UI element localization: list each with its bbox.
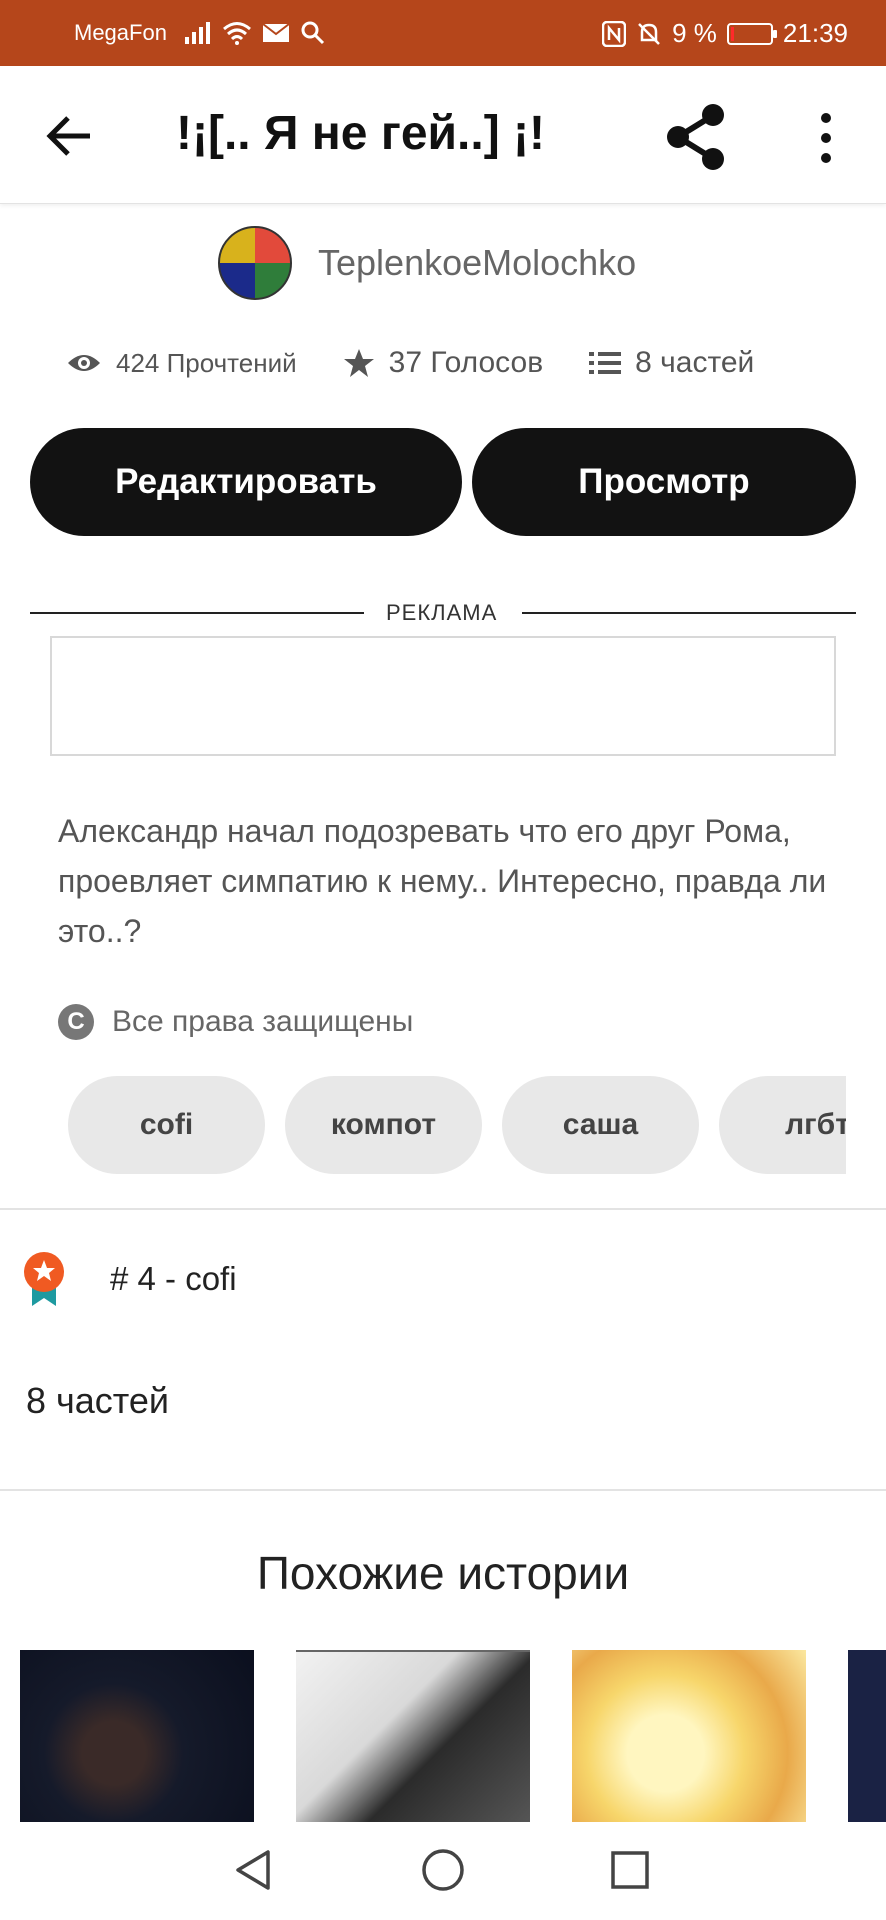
section-divider [0,1489,886,1491]
home-circle-icon[interactable] [419,1846,467,1894]
copyright-icon: C [58,1004,94,1040]
reads-count: 424 Прочтений [116,347,297,378]
share-icon[interactable] [660,102,732,172]
tag-chip[interactable]: саша [502,1076,699,1174]
ad-divider-left [30,612,364,614]
avatar[interactable] [218,226,292,300]
back-triangle-icon[interactable] [230,1846,278,1894]
system-nav-bar [0,1822,886,1920]
votes-count: 37 Голосов [388,346,544,379]
copyright-row: C Все права защищены [58,1004,413,1040]
story-cover[interactable] [296,1650,530,1822]
ranking-badge-icon [24,1252,64,1306]
similar-stories-title: Похожие истории [256,1547,630,1599]
ranking-text: # 4 - cofi [110,1260,237,1297]
action-buttons: Редактировать Просмотр [30,428,856,536]
ad-label: РЕКЛАМА [386,600,498,625]
copyright-text: Все права защищены [112,1005,414,1038]
battery-percent: 9 % [672,18,717,48]
author-row[interactable]: TeplenkoeMolochko [218,226,636,300]
status-right: 9 % 21:39 [602,18,848,49]
status-bar: MegaFon 9 % 21:39 [0,0,886,66]
signal-icon [185,22,210,44]
parts-link[interactable]: 8 частей [26,1380,169,1422]
search-icon [301,21,325,45]
bell-muted-icon [638,22,660,45]
carrier-name: MegaFon [74,20,167,45]
app-bar: !¡[.. Я не гей..] ¡! [0,66,886,204]
story-cover[interactable] [20,1650,254,1822]
ad-divider-right [522,612,856,614]
tag-chip[interactable]: cofi [68,1076,265,1174]
story-cover[interactable] [848,1650,886,1822]
arrow-left-icon[interactable] [40,106,100,166]
section-divider [0,1208,886,1210]
votes-stat: 37 Голосов [343,346,543,380]
tag-chip[interactable]: компот [285,1076,482,1174]
clock: 21:39 [782,18,848,48]
edit-button[interactable]: Редактировать [30,428,462,536]
story-title: !¡[.. Я не гей..] ¡! [176,107,545,160]
more-vertical-icon[interactable] [806,110,846,166]
status-left-icons [184,20,326,46]
story-cover[interactable] [572,1650,806,1822]
mail-icon [262,23,290,42]
battery-icon [726,22,777,45]
recents-square-icon[interactable] [606,1846,654,1894]
star-icon [343,349,374,377]
tag-chip[interactable]: лгбт [719,1076,846,1174]
story-stats: 424 Прочтений 37 Голосов 8 частей [66,346,846,380]
eye-icon [68,355,100,371]
view-button[interactable]: Просмотр [472,428,856,536]
ad-banner[interactable] [50,636,836,756]
story-description: Александр начал подозревать что его друг… [58,813,827,949]
ranking-row[interactable]: # 4 - cofi [22,1250,237,1308]
nfc-icon [602,20,627,47]
parts-count: 8 частей [635,346,755,379]
author-name[interactable]: TeplenkoeMolochko [318,242,636,284]
tag-list: cofi компот саша лгбт [68,1076,846,1176]
similar-stories-list [20,1650,886,1822]
wifi-icon [223,22,251,45]
ad-divider: РЕКЛАМА [30,600,856,626]
parts-stat: 8 частей [589,346,754,380]
reads-stat: 424 Прочтений [66,348,297,379]
list-icon [589,352,622,374]
